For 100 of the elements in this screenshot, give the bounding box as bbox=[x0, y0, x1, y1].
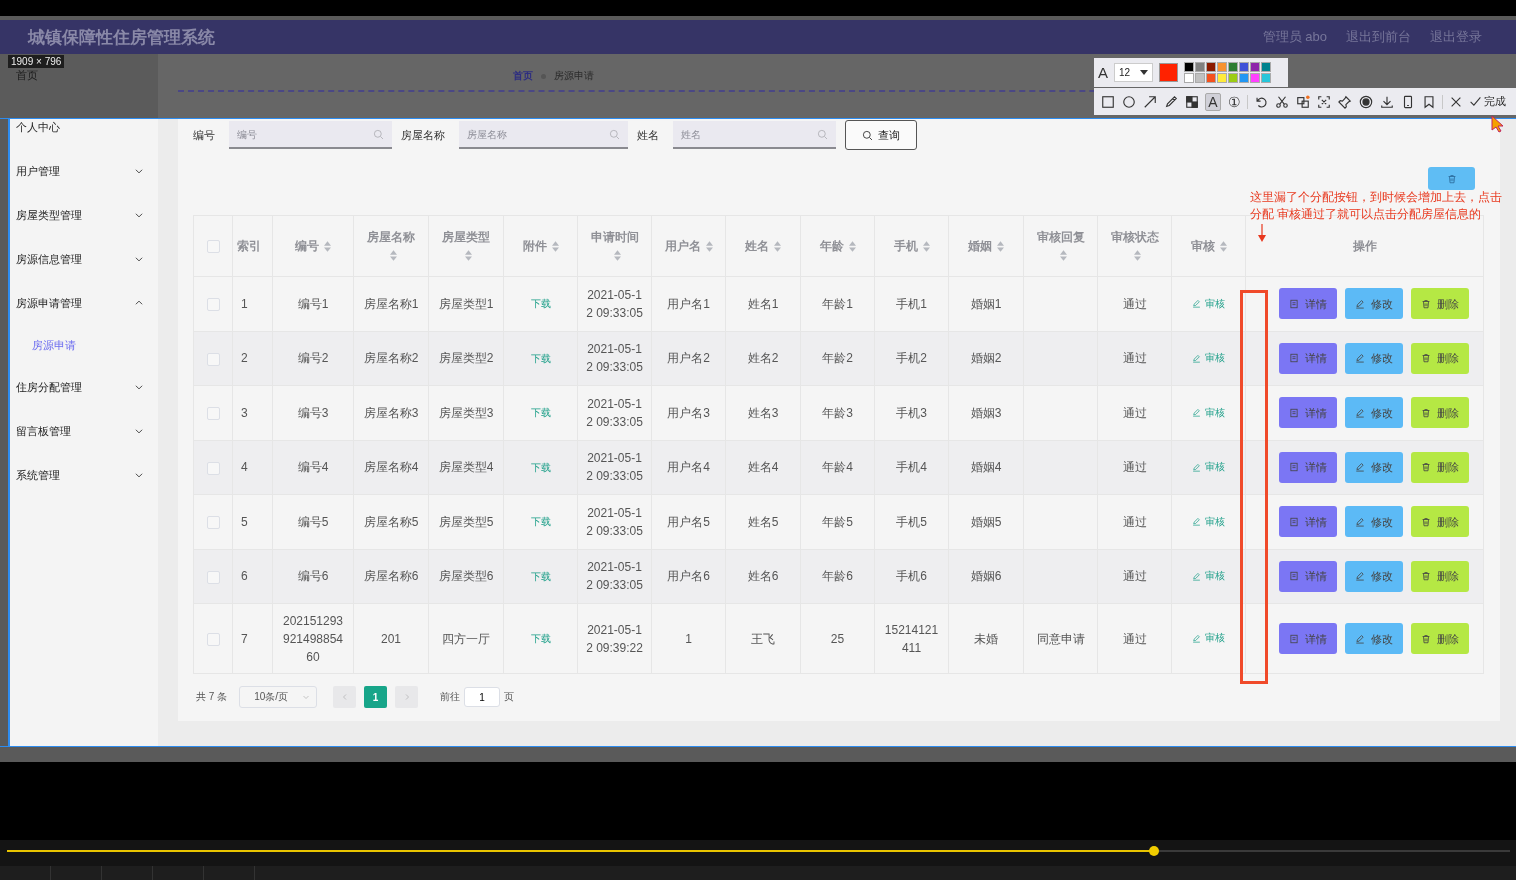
download-link[interactable]: 下载 bbox=[530, 407, 551, 419]
color-swatch[interactable] bbox=[1195, 73, 1206, 83]
color-swatch[interactable] bbox=[1228, 73, 1239, 83]
delete-button[interactable]: 删除 bbox=[1410, 342, 1469, 374]
color-swatch[interactable] bbox=[1195, 62, 1206, 72]
chevron-down-icon[interactable] bbox=[134, 210, 144, 220]
submenu-item[interactable]: 房源申请 bbox=[32, 337, 76, 353]
details-button[interactable]: 详情 bbox=[1278, 560, 1337, 592]
pin-icon[interactable] bbox=[1338, 94, 1352, 109]
current-color[interactable] bbox=[1159, 63, 1179, 82]
edit-button[interactable]: 修改 bbox=[1344, 342, 1403, 374]
sort-icon[interactable] bbox=[1219, 241, 1227, 253]
column-header[interactable]: 房屋名称 bbox=[367, 230, 415, 244]
edit-button[interactable]: 修改 bbox=[1344, 623, 1403, 654]
checkbox[interactable] bbox=[206, 240, 220, 254]
chevron-down-icon[interactable] bbox=[134, 426, 144, 436]
delete-button[interactable]: 删除 bbox=[1410, 623, 1469, 654]
audit-link[interactable]: 审核 bbox=[1192, 458, 1225, 476]
download-icon[interactable] bbox=[1380, 94, 1394, 109]
column-header[interactable]: 年龄 bbox=[819, 239, 844, 253]
scissors-icon[interactable] bbox=[1275, 94, 1289, 109]
menu-item[interactable]: 系统管理 bbox=[16, 467, 60, 483]
column-header[interactable]: 姓名 bbox=[745, 239, 769, 253]
download-link[interactable]: 下载 bbox=[530, 298, 551, 310]
chevron-down-icon[interactable] bbox=[134, 470, 144, 480]
checkbox[interactable] bbox=[206, 461, 220, 475]
menu-item[interactable]: 房屋类型管理 bbox=[16, 207, 82, 223]
search-field[interactable]: 编号 bbox=[229, 121, 392, 149]
edit-button[interactable]: 修改 bbox=[1344, 288, 1403, 320]
color-swatch[interactable] bbox=[1206, 73, 1217, 83]
checkbox[interactable] bbox=[206, 516, 220, 530]
edit-button[interactable]: 修改 bbox=[1344, 560, 1403, 592]
menu-item[interactable]: 房源申请管理 bbox=[16, 295, 82, 311]
color-swatch[interactable] bbox=[1261, 62, 1272, 72]
details-button[interactable]: 详情 bbox=[1278, 506, 1337, 538]
column-header[interactable]: 审核回复 bbox=[1036, 230, 1085, 244]
column-header[interactable]: 审核状态 bbox=[1110, 230, 1159, 244]
color-swatch[interactable] bbox=[1239, 73, 1250, 83]
checkbox[interactable] bbox=[206, 570, 220, 584]
sort-icon[interactable] bbox=[551, 241, 559, 253]
phone-icon[interactable] bbox=[1401, 94, 1415, 109]
column-header[interactable]: 手机 bbox=[893, 239, 918, 253]
done-button[interactable]: 完成 bbox=[1469, 94, 1506, 109]
sort-icon[interactable] bbox=[1133, 250, 1141, 262]
audit-link[interactable]: 审核 bbox=[1192, 403, 1225, 422]
audit-link[interactable]: 审核 bbox=[1192, 567, 1225, 585]
download-link[interactable]: 下载 bbox=[530, 461, 551, 473]
audit-link[interactable]: 审核 bbox=[1192, 629, 1225, 648]
search-field[interactable]: 房屋名称 bbox=[459, 121, 628, 149]
edit-button[interactable]: 修改 bbox=[1344, 451, 1403, 483]
number-tool[interactable]: ① bbox=[1226, 92, 1242, 111]
chevron-up-icon[interactable] bbox=[134, 298, 144, 308]
menu-item[interactable]: 个人中心 bbox=[16, 119, 60, 135]
delete-button[interactable]: 删除 bbox=[1410, 451, 1469, 483]
color-swatch[interactable] bbox=[1184, 73, 1195, 83]
details-button[interactable]: 详情 bbox=[1278, 397, 1337, 429]
download-link[interactable]: 下载 bbox=[530, 352, 551, 364]
column-header[interactable]: 婚姻 bbox=[968, 239, 992, 253]
download-link[interactable]: 下载 bbox=[530, 516, 551, 528]
delete-button[interactable]: 删除 bbox=[1410, 506, 1469, 538]
sort-icon[interactable] bbox=[613, 250, 621, 262]
checkbox[interactable] bbox=[206, 352, 220, 366]
sort-icon[interactable] bbox=[465, 250, 472, 262]
details-button[interactable]: 详情 bbox=[1278, 623, 1337, 654]
color-swatch[interactable] bbox=[1239, 62, 1250, 72]
sort-icon[interactable] bbox=[848, 241, 856, 253]
scan-icon[interactable] bbox=[1317, 94, 1331, 109]
column-header[interactable]: 用户名 bbox=[664, 239, 701, 253]
chevron-down-icon[interactable] bbox=[134, 382, 144, 392]
sort-icon[interactable] bbox=[922, 241, 930, 253]
audit-link[interactable]: 审核 bbox=[1192, 294, 1225, 313]
menu-item[interactable]: 房源信息管理 bbox=[16, 251, 82, 267]
color-swatch[interactable] bbox=[1206, 62, 1217, 72]
color-swatch[interactable] bbox=[1217, 62, 1228, 72]
details-button[interactable]: 详情 bbox=[1278, 342, 1337, 374]
text-tool[interactable]: A bbox=[1205, 92, 1221, 111]
pencil-icon[interactable] bbox=[1164, 94, 1178, 109]
checkbox[interactable] bbox=[206, 407, 220, 421]
checkbox[interactable] bbox=[206, 298, 220, 312]
delete-button[interactable]: 删除 bbox=[1410, 397, 1469, 429]
edit-button[interactable]: 修改 bbox=[1344, 397, 1403, 429]
rectangle-icon[interactable] bbox=[1101, 94, 1115, 109]
squares-icon[interactable] bbox=[1296, 94, 1310, 109]
chevron-down-icon[interactable] bbox=[134, 166, 144, 176]
column-header[interactable]: 附件 bbox=[522, 239, 547, 253]
delete-button[interactable]: 删除 bbox=[1410, 560, 1469, 592]
checkbox[interactable] bbox=[206, 632, 220, 646]
circle-icon[interactable] bbox=[1122, 94, 1136, 109]
menu-item[interactable]: 留言板管理 bbox=[16, 423, 71, 439]
color-swatch[interactable] bbox=[1184, 62, 1195, 72]
audit-link[interactable]: 审核 bbox=[1192, 512, 1225, 531]
sort-icon[interactable] bbox=[324, 241, 331, 253]
arrow-icon[interactable] bbox=[1143, 94, 1157, 109]
search-button[interactable]: 查询 bbox=[845, 120, 917, 150]
color-swatch[interactable] bbox=[1261, 73, 1272, 83]
record-icon[interactable] bbox=[1359, 94, 1373, 109]
bookmark-icon[interactable] bbox=[1422, 94, 1436, 109]
menu-item[interactable]: 住房分配管理 bbox=[16, 379, 82, 395]
delete-button[interactable] bbox=[1428, 167, 1475, 190]
font-size-select[interactable]: 12 bbox=[1114, 63, 1154, 82]
